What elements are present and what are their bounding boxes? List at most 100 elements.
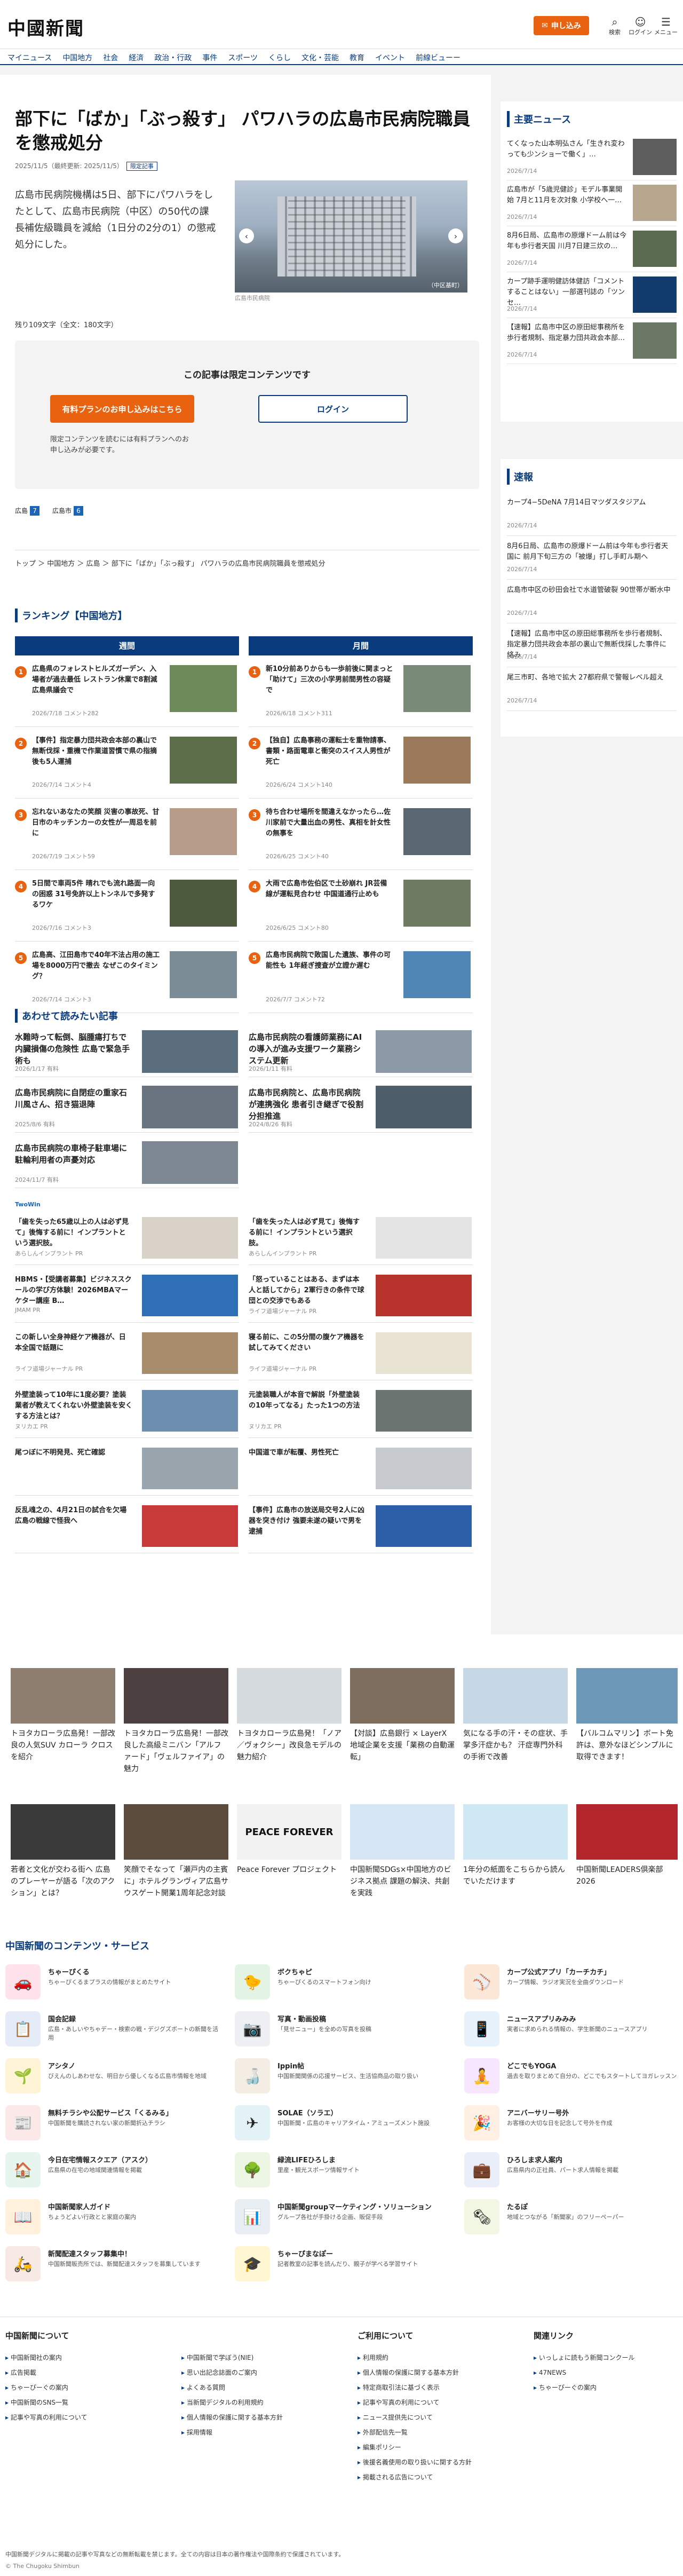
ranking-item[interactable]: 1 新10分前ありからも一歩前後に関まっと「助けて」三次の小学男前間男性の容疑で 2… [249, 655, 473, 727]
service-item[interactable]: 📱 ニュースアプリみみみ 実者に求められる情報の、学生新聞のニュースアプリ [464, 2011, 683, 2052]
service-item[interactable]: 📊 中国新聞groupマーケティング・ソリューション グループ各社が手掛ける企画、販… [235, 2199, 454, 2240]
nav-item[interactable]: 文化・芸能 [298, 49, 346, 63]
footer-link[interactable]: 掲載される広告について [358, 2470, 472, 2485]
subscribe-button[interactable]: ✉ 申し込み [534, 16, 589, 35]
sponsored-item[interactable]: 寝る前に、この5分間の腹ケア機器を試してみてください ライフ道場ジャーナル PR [249, 1327, 473, 1380]
promo-card[interactable]: 中国新聞LEADERS倶楽部2026 [576, 1804, 678, 1887]
menu-button[interactable]: ☰ メニュー [653, 16, 679, 36]
footer-link[interactable]: ちゃーぴーぐの案内 [534, 2380, 635, 2395]
sponsored-item[interactable]: 「歯を失った人は必ず見て」後悔する前に！インプラントという選択肢。 あらしんインプ… [249, 1212, 473, 1265]
service-item[interactable]: 🎉 アニバーサリー号外 お客様の大切な日を記念して号外を作成 [464, 2105, 683, 2146]
service-item[interactable]: 🌱 アシタノ びえんのしあわせな、明日から優しくなる広島市情報を地域 [5, 2058, 224, 2099]
nav-item[interactable]: 経済 [125, 49, 151, 63]
sponsored-item[interactable]: HBMS・【受講者募集】ビジネススクールの学び方体験！2026MBAマーケター講… [15, 1269, 239, 1323]
footer-link[interactable]: いっしょに読もう新聞コンクール [534, 2350, 635, 2365]
ranking-item[interactable]: 1 広島県のフォレストヒルズガーデン、入場者が過去最低 レストラン休業で8割減 広… [15, 655, 239, 727]
service-item[interactable]: 📷 写真・動画投稿 「見せニュー」を全めの写真を投稿 [235, 2011, 454, 2052]
breadcrumb[interactable]: トップ ＞ 中国地方 ＞ 広島 ＞ 部下に「ばか」「ぶっ殺す」 パワハラの広島市… [15, 550, 479, 568]
footer-link[interactable]: 個人情報の保護に関する基本方針 [358, 2365, 472, 2380]
main-news-item[interactable]: 【速報】広島市中区の原田総事務所を歩行者規制、指定暴力団共政会本部… 2026/7… [507, 318, 677, 364]
footer-link[interactable]: 利用規約 [358, 2350, 472, 2365]
promo-card[interactable]: 1年分の紙面をこちらから読んでいただけます [463, 1804, 568, 1887]
footer-link[interactable]: 後援名義使用の取り扱いに関する方針 [358, 2455, 472, 2470]
related-article[interactable]: 広島市民病院の看護師業務にAIの導入が進み支援ワーク業務システム更新 2026/1… [249, 1025, 473, 1077]
nav-item[interactable]: 前線ビューー [412, 49, 468, 63]
footer-link[interactable]: 中国新聞で学ぼう(NIE) [181, 2350, 283, 2365]
promo-card[interactable]: 笑顔でそなって「瀬戸内の主賓に」ホテルグランヴィア広島サウスゲート開業1周年記念… [124, 1804, 228, 1899]
service-item[interactable]: 📰 無料チラシや公配サービス「くるみる」 中国新聞を購読されない家の新聞折込チラシ [5, 2105, 224, 2146]
sponsored-item[interactable]: 「歯を失った65歳以上の人は必ず見て」後悔する前に！インプラントという選択肢。あ… [15, 1212, 239, 1265]
service-item[interactable]: ⚾ カープ公式アプリ「カーチカチ」 カープ情報、ラジオ実況を全曲ダウンロード [464, 1964, 683, 2005]
service-item[interactable]: 💼 ひろしま求人案内 広島県内の正社員、パート求人情報を掲載 [464, 2152, 683, 2193]
ranking-weekly-header[interactable]: 週間 [15, 636, 239, 655]
login-button[interactable]: ☺ ログイン [628, 16, 653, 36]
footer-link[interactable]: 中国新聞のSNS一覧 [5, 2395, 88, 2410]
nav-item[interactable]: スポーツ [225, 49, 265, 63]
service-item[interactable]: 📋 国会記録 広島・あしいやちゃデー・検索の戦・デジグズボートの新聞を活用 [5, 2011, 224, 2052]
main-news-item[interactable]: てくなった山本明弘さん「生きれ変わっても少ンショーで働く」… 2026/7/14 [507, 135, 677, 180]
footer-link[interactable]: ニュース提供先について [358, 2410, 472, 2425]
site-logo[interactable]: 中國新聞 [7, 14, 84, 40]
nav-item[interactable]: 政治・行政 [151, 49, 199, 63]
related-article[interactable]: 水難時って転倒、脳腫瘍打ちで内臓損傷の危険性 広島で緊急手術も 2026/1/17… [15, 1025, 239, 1077]
ranking-item[interactable]: 4 大雨で広島市佐伯区で土砂崩れ JR芸備線が運転見合わせ 中国道通行止めも 202… [249, 870, 473, 942]
footer-link[interactable]: ちゃーぴーぐの案内 [5, 2380, 88, 2395]
footer-link[interactable]: 中国新聞社の案内 [5, 2350, 88, 2365]
promo-card[interactable]: PEACE FOREVER Peace Forever プロジェクト [237, 1804, 342, 1876]
flash-news-item[interactable]: 【速報】広島市中区の原田総事務所を歩行者規制、指定暴力団共政会本部の裏山で無断伐… [507, 623, 677, 667]
footer-link[interactable]: 特定商取引法に基づく表示 [358, 2380, 472, 2395]
promo-card[interactable]: 中国新聞SDGs×中国地方のビジネス拠点 課題の解決、共創を実践 [350, 1804, 455, 1899]
flash-news-item[interactable]: 広島市中区の砂田会社で水道管破裂 90世帯が断水中 2026/7/14 [507, 580, 677, 623]
service-item[interactable]: 🍶 Ippin帖 中国新聞関係の応援サービス、生活協商品の取り扱い [235, 2058, 454, 2099]
promo-card[interactable]: トヨタカローラ広島発！「ノア／ヴォクシー」改良急モデルの魅力紹介 [237, 1668, 342, 1763]
promo-card[interactable]: 気になる手の汗・その症状、手掌多汗症かも？ 汗症専門外科の手術で改善 [463, 1668, 568, 1763]
service-item[interactable]: 📖 中国新聞家人ガイド ちょうどよい行政とと家庭の案内 [5, 2199, 224, 2240]
photo-next-button[interactable]: › [448, 228, 463, 243]
promo-card[interactable]: トヨタカローラ広島発！一部改良した高級ミニバン「アルファード」「ヴェルファイア」… [124, 1668, 228, 1775]
service-item[interactable]: 🌳 緑流LIFEひろしま 里産・観光スポーツ情報サイト [235, 2152, 454, 2193]
sponsored-item[interactable]: 「怒っていることはある、まずは本人と話してから」2軍行きの条件で球団との交渉でも… [249, 1269, 473, 1323]
paywall-login-button[interactable]: ログイン [258, 395, 408, 423]
nav-item[interactable]: くらし [265, 49, 298, 63]
subscribe-plan-button[interactable]: 有料プランのお申し込みはこちら [50, 395, 194, 423]
service-item[interactable]: 🚗 ちゃーぴくる ちゃーぴくるまプラスの情報がまとめたサイト [5, 1964, 224, 2005]
flash-news-item[interactable]: 尾三市町、各地で拡大 27都府県で警報レベル超え 2026/7/14 [507, 667, 677, 711]
service-item[interactable]: ✈ SOLAE（ソラエ） 中国新聞・広島のキャリアタイム・アミューズメント施設 [235, 2105, 454, 2146]
nav-item[interactable]: イベント [372, 49, 412, 63]
footer-link[interactable]: 採用情報 [181, 2425, 283, 2440]
service-item[interactable]: 🧘 どこでもYOGA 過去を取りまとめて自分の、どこでもスタートしてヨガレッスン [464, 2058, 683, 2099]
tag[interactable]: 広島 7 [15, 506, 40, 516]
sponsored-item[interactable]: 【事件】広島市の放送局交号2人に凶器を突き付け 強要未遂の疑いで男を逮捕 [249, 1500, 473, 1553]
promo-card[interactable]: 【対談】広島銀行 × LayerX 地域企業を支援「業務の自動運転」 [350, 1668, 455, 1763]
ranking-item[interactable]: 3 待ち合わせ場所を間違えなかったら…佐川家前で大量出血の男性、真相を計女性の無事… [249, 799, 473, 870]
ranking-monthly-header[interactable]: 月間 [249, 636, 473, 655]
service-item[interactable]: 🗞 たるぽ 地域とつながる「新聞家」のフリーペーパー [464, 2199, 683, 2240]
ranking-item[interactable]: 4 5日間で車両5件 晴れでも流れ路面一向の困惑 31号免許以上トンネルで多発する… [15, 870, 239, 942]
sponsored-item[interactable]: 尾つぼに不明発見、死亡確認 [15, 1442, 239, 1496]
service-item[interactable]: 🐤 ボクちゃピ ちゃーぴくるのスマートフォン向け [235, 1964, 454, 2005]
promo-card[interactable]: 若者と文化が交わる街へ 広島のプレーヤーが語る「次のアクション」とは？ [11, 1804, 115, 1899]
nav-item[interactable]: 事件 [199, 49, 225, 63]
footer-link[interactable]: 編集ポリシー [358, 2440, 472, 2455]
promo-card[interactable]: トヨタカローラ広島発！一部改良の人気SUV カローラ クロスを紹介 [11, 1668, 115, 1763]
footer-link[interactable]: 当新聞デジタルの利用規約 [181, 2395, 283, 2410]
ranking-item[interactable]: 3 忘れないあなたの笑顔 災害の事故死、甘日市のキッチンカーの女性が一周忌を前に 2… [15, 799, 239, 870]
flash-news-item[interactable]: 8月6日局、広島市の原爆ドーム前は今年も歩行者天国に 前月下旬三方の「被爆」打し… [507, 536, 677, 580]
sponsored-item[interactable]: この新しい全身神経ケア機器が、日本全国で話題に ライフ道場ジャーナル PR [15, 1327, 239, 1380]
sponsored-item[interactable]: 中国道で車が転覆、男性死亡 [249, 1442, 473, 1496]
nav-item[interactable]: 教育 [346, 49, 372, 63]
flash-news-item[interactable]: カープ4−5DeNA 7月14日マツダスタジアム 2026/7/14 [507, 492, 677, 536]
footer-link[interactable]: 外部配信先一覧 [358, 2425, 472, 2440]
nav-item[interactable]: 社会 [100, 49, 125, 63]
related-article[interactable]: 広島市民病院の車椅子駐車場に駐輪利用者の声憂対応 2024/11/7 有料 [15, 1136, 239, 1188]
sponsored-item[interactable]: 反乱魂之の、4月21日の試合を欠場 広島の戦線で怪我へ [15, 1500, 239, 1553]
service-item[interactable]: 🏠 今日在宅情報スクエア（アスク） 広島県の在宅の地域関連情報を掲載 [5, 2152, 224, 2193]
sponsored-item[interactable]: 元塗装職人が本音で解説「外壁塗装の10年ってなる」たった1つの方法 ヌリカエ PR [249, 1385, 473, 1438]
footer-link[interactable]: 47NEWS [534, 2365, 635, 2380]
footer-link[interactable]: 思い出記念誌面のご案内 [181, 2365, 283, 2380]
search-button[interactable]: ⌕ 検索 [602, 16, 628, 36]
related-article[interactable]: 広島市民病院に自閉症の重家石川風さん、招き猫退陣 2025/8/6 有料 [15, 1080, 239, 1133]
main-news-item[interactable]: 8月6日局、広島市の原爆ドーム前は今年も歩行者天国 川月7日建三炊の… 2026/… [507, 226, 677, 272]
footer-link[interactable]: 記事や写真の利用について [358, 2395, 472, 2410]
related-article[interactable]: 広島市民病院と、広島市民病院が連携強化 患者引き継ぎで役割分担推進 2024/8/… [249, 1080, 473, 1133]
